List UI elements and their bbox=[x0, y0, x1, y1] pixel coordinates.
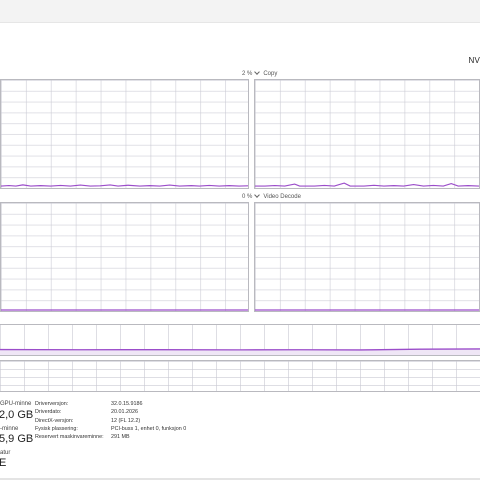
engine-copy-percent: 2 % bbox=[242, 71, 253, 77]
dedicated-memory-value: 2,0 GB bbox=[0, 409, 34, 421]
engine-decode-name: Video Decode bbox=[263, 194, 301, 200]
prop-value-directx-version: 12 (FL 12.2) bbox=[111, 418, 141, 424]
engine-label-video-decode[interactable]: 0 % Video Decode bbox=[242, 192, 301, 200]
prop-value-driver-version: 32.0.15.9186 bbox=[111, 401, 143, 407]
dedicated-memory-graph bbox=[0, 324, 480, 356]
dedicated-memory-label: GPU-minne bbox=[0, 401, 32, 407]
prop-label-driver-date: Driverdato: bbox=[35, 409, 62, 415]
engine-label-copy[interactable]: 2 % Copy bbox=[242, 69, 278, 77]
gpu-name: NV bbox=[468, 56, 480, 65]
prop-label-physical-location: Fysisk plassering: bbox=[35, 426, 78, 432]
prop-label-directx-version: DirectX-versjon: bbox=[35, 418, 74, 424]
shared-memory-value: 5,9 GB bbox=[0, 433, 34, 445]
engine-graph-copy bbox=[254, 79, 480, 189]
prop-value-physical-location: PCI-buss 1, enhet 0, funksjon 0 bbox=[111, 426, 187, 432]
engine-copy-name: Copy bbox=[263, 71, 278, 77]
temperature-label: atur bbox=[0, 450, 11, 456]
engine-graph-video-decode bbox=[254, 202, 480, 312]
prop-label-driver-version: Driverversjon: bbox=[35, 401, 69, 407]
engine-decode-percent: 0 % bbox=[242, 194, 253, 200]
engine-graph-left-2 bbox=[0, 202, 249, 312]
shared-memory-label: -minne bbox=[0, 426, 19, 432]
title-bar bbox=[0, 0, 480, 23]
engine-graph-3d bbox=[0, 79, 249, 189]
prop-label-reserved-memory: Reservert maskinvareminne: bbox=[35, 434, 104, 440]
chevron-down-icon[interactable] bbox=[254, 192, 261, 198]
prop-value-reserved-memory: 291 MB bbox=[111, 434, 130, 440]
temperature-value: E bbox=[0, 457, 7, 469]
chevron-down-icon[interactable] bbox=[254, 69, 261, 75]
shared-memory-graph bbox=[0, 360, 480, 392]
prop-value-driver-date: 20.01.2026 bbox=[111, 409, 138, 415]
